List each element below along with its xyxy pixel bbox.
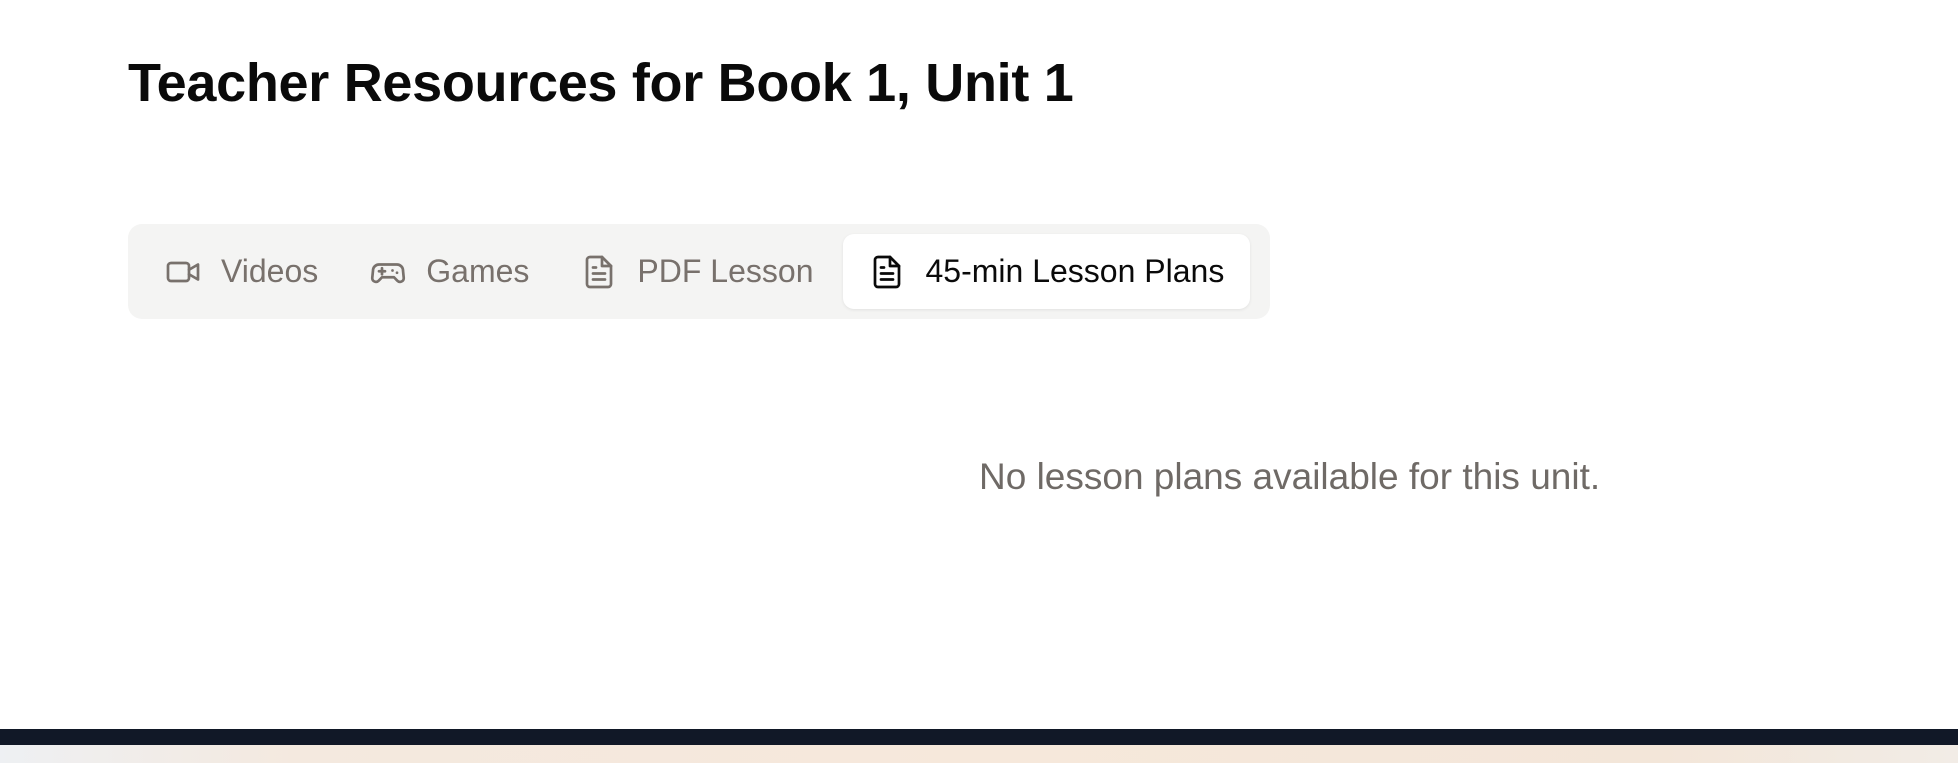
page-title: Teacher Resources for Book 1, Unit 1 (128, 53, 1074, 113)
tab-lesson-plans[interactable]: 45-min Lesson Plans (843, 234, 1251, 309)
document-icon (581, 254, 617, 290)
tab-pdf-lesson[interactable]: PDF Lesson (555, 234, 839, 309)
tab-videos-label: Videos (221, 253, 319, 289)
tab-pdf-lesson-label: PDF Lesson (637, 253, 814, 289)
tab-games-label: Games (426, 253, 530, 289)
video-icon (165, 254, 201, 290)
page: Teacher Resources for Book 1, Unit 1 Vid… (0, 0, 1958, 763)
resource-tabs: Videos Games PDF Lesson 45-min Lesson Pl… (128, 224, 1270, 319)
gamepad-icon (370, 254, 406, 290)
empty-state-message: No lesson plans available for this unit. (979, 456, 1601, 497)
tab-games[interactable]: Games (344, 234, 555, 309)
footer-strip (0, 745, 1958, 763)
tab-lesson-plans-label: 45-min Lesson Plans (925, 253, 1225, 289)
footer-bar (0, 729, 1958, 745)
document-text-icon (869, 254, 905, 290)
tab-videos[interactable]: Videos (137, 234, 344, 309)
